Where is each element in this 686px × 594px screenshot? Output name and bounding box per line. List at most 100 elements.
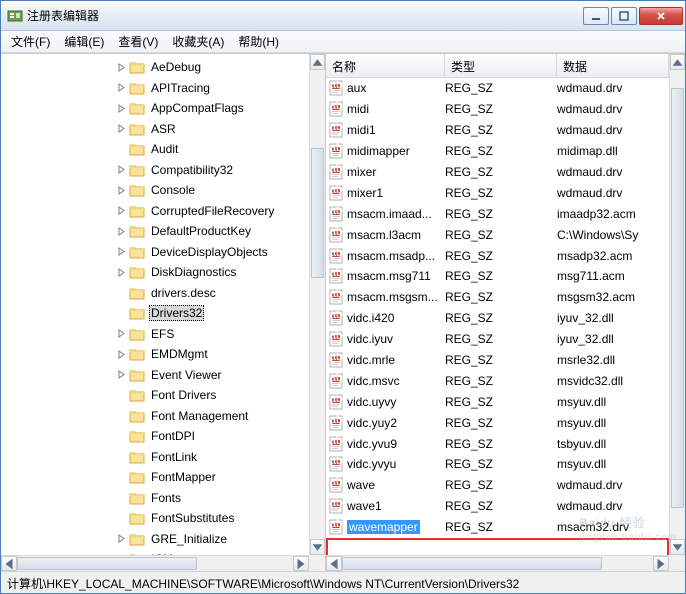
tree-item[interactable]: Console	[1, 180, 309, 201]
list-row[interactable]: abvidc.yvu9REG_SZtsbyuv.dll	[326, 433, 669, 454]
list-row[interactable]: abmsacm.msadp...REG_SZmsadp32.acm	[326, 245, 669, 266]
tree-item[interactable]: FontLink	[1, 447, 309, 468]
maximize-button[interactable]	[611, 7, 637, 25]
tree-item[interactable]: Fonts	[1, 488, 309, 509]
list-row[interactable]: abwaveREG_SZwdmaud.drv	[326, 475, 669, 496]
tree-item[interactable]: drivers.desc	[1, 283, 309, 304]
scroll-thumb[interactable]	[311, 148, 324, 278]
column-data[interactable]: 数据	[557, 54, 669, 77]
titlebar[interactable]: 注册表编辑器	[1, 1, 685, 31]
list-row[interactable]: abmidiREG_SZwdmaud.drv	[326, 99, 669, 120]
close-button[interactable]	[639, 7, 683, 25]
tree-item[interactable]: Audit	[1, 139, 309, 160]
expand-icon[interactable]	[115, 225, 127, 237]
expand-icon[interactable]	[115, 410, 127, 422]
expand-icon[interactable]	[115, 471, 127, 483]
tree-item[interactable]: Event Viewer	[1, 365, 309, 386]
scroll-down-icon[interactable]	[310, 539, 325, 555]
list-row[interactable]: abvidc.i420REG_SZiyuv_32.dll	[326, 308, 669, 329]
list-row[interactable]: abvidc.iyuvREG_SZiyuv_32.dll	[326, 329, 669, 350]
tree-item[interactable]: Font Management	[1, 406, 309, 427]
tree-item[interactable]: Font Drivers	[1, 385, 309, 406]
column-name[interactable]: 名称	[326, 54, 445, 77]
tree-item[interactable]: CorruptedFileRecovery	[1, 201, 309, 222]
tree-item[interactable]: AppCompatFlags	[1, 98, 309, 119]
list-scroll-vertical[interactable]	[669, 54, 685, 555]
expand-icon[interactable]	[115, 246, 127, 258]
expand-icon[interactable]	[115, 451, 127, 463]
tree-item[interactable]: Drivers32	[1, 303, 309, 324]
expand-icon[interactable]	[115, 123, 127, 135]
expand-icon[interactable]	[115, 287, 127, 299]
tree-item[interactable]: GRE_Initialize	[1, 529, 309, 550]
list-row[interactable]: abvidc.uyvyREG_SZmsyuv.dll	[326, 391, 669, 412]
expand-icon[interactable]	[115, 389, 127, 401]
expand-icon[interactable]	[115, 143, 127, 155]
minimize-button[interactable]	[583, 7, 609, 25]
expand-icon[interactable]	[115, 369, 127, 381]
list-header[interactable]: 名称 类型 数据	[326, 54, 669, 78]
column-type[interactable]: 类型	[445, 54, 557, 77]
scroll-thumb[interactable]	[342, 557, 602, 570]
scroll-up-icon[interactable]	[670, 54, 685, 70]
expand-icon[interactable]	[115, 492, 127, 504]
list-row[interactable]: abvidc.yvyuREG_SZmsyuv.dll	[326, 454, 669, 475]
list-row[interactable]: abwave1REG_SZwdmaud.drv	[326, 496, 669, 517]
expand-icon[interactable]	[115, 430, 127, 442]
list-row[interactable]: abvidc.mrleREG_SZmsrle32.dll	[326, 350, 669, 371]
tree-item[interactable]: Compatibility32	[1, 160, 309, 181]
expand-icon[interactable]	[115, 512, 127, 524]
tree-item[interactable]: FontDPI	[1, 426, 309, 447]
scroll-thumb[interactable]	[671, 88, 684, 508]
tree-item[interactable]: APITracing	[1, 78, 309, 99]
expand-icon[interactable]	[115, 328, 127, 340]
list-row[interactable]: abmidimapperREG_SZmidimap.dll	[326, 141, 669, 162]
scroll-right-icon[interactable]	[293, 556, 309, 571]
list-row[interactable]: abmixerREG_SZwdmaud.drv	[326, 162, 669, 183]
tree-scroll-vertical[interactable]	[309, 54, 325, 555]
scroll-left-icon[interactable]	[1, 556, 17, 571]
menu-file[interactable]: 文件(F)	[5, 31, 56, 52]
menu-help[interactable]: 帮助(H)	[232, 31, 285, 52]
expand-icon[interactable]	[115, 348, 127, 360]
list-row[interactable]: abauxREG_SZwdmaud.drv	[326, 78, 669, 99]
list-row[interactable]: abvidc.yuy2REG_SZmsyuv.dll	[326, 412, 669, 433]
expand-icon[interactable]	[115, 102, 127, 114]
list-row[interactable]: abmixer1REG_SZwdmaud.drv	[326, 182, 669, 203]
tree-item[interactable]: DiskDiagnostics	[1, 262, 309, 283]
list-row[interactable]: abmsacm.msg711REG_SZmsg711.acm	[326, 266, 669, 287]
scroll-down-icon[interactable]	[670, 539, 685, 555]
menu-favorites[interactable]: 收藏夹(A)	[166, 31, 230, 52]
scroll-left-icon[interactable]	[326, 556, 342, 571]
scroll-up-icon[interactable]	[310, 54, 325, 70]
registry-tree[interactable]: AeDebugAPITracingAppCompatFlagsASRAuditC…	[1, 54, 309, 555]
scroll-right-icon[interactable]	[653, 556, 669, 571]
values-list[interactable]: 名称 类型 数据 abauxREG_SZwdmaud.drvabmidiREG_…	[326, 54, 669, 555]
tree-scroll-horizontal[interactable]	[1, 555, 309, 571]
list-row[interactable]: abmsacm.imaad...REG_SZimaadp32.acm	[326, 203, 669, 224]
list-row[interactable]: abwavemapperREG_SZmsacm32.drv	[326, 517, 669, 538]
scroll-thumb[interactable]	[17, 557, 197, 570]
tree-item[interactable]: FontMapper	[1, 467, 309, 488]
list-row[interactable]: abmidi1REG_SZwdmaud.drv	[326, 120, 669, 141]
tree-item[interactable]: AeDebug	[1, 57, 309, 78]
tree-item[interactable]: DeviceDisplayObjects	[1, 242, 309, 263]
list-row[interactable]: abmsacm.msgsm...REG_SZmsgsm32.acm	[326, 287, 669, 308]
expand-icon[interactable]	[115, 533, 127, 545]
menu-edit[interactable]: 编辑(E)	[58, 31, 110, 52]
list-row[interactable]: abmsacm.l3acmREG_SZC:\Windows\Sy	[326, 224, 669, 245]
expand-icon[interactable]	[115, 164, 127, 176]
expand-icon[interactable]	[115, 61, 127, 73]
tree-item[interactable]: DefaultProductKey	[1, 221, 309, 242]
expand-icon[interactable]	[115, 266, 127, 278]
tree-item[interactable]: FontSubstitutes	[1, 508, 309, 529]
expand-icon[interactable]	[115, 82, 127, 94]
expand-icon[interactable]	[115, 205, 127, 217]
tree-item[interactable]: EFS	[1, 324, 309, 345]
list-scroll-horizontal[interactable]	[326, 555, 669, 571]
tree-item[interactable]: EMDMgmt	[1, 344, 309, 365]
menu-view[interactable]: 查看(V)	[112, 31, 164, 52]
tree-item[interactable]: ASR	[1, 119, 309, 140]
list-row[interactable]: abvidc.msvcREG_SZmsvidc32.dll	[326, 370, 669, 391]
expand-icon[interactable]	[115, 184, 127, 196]
